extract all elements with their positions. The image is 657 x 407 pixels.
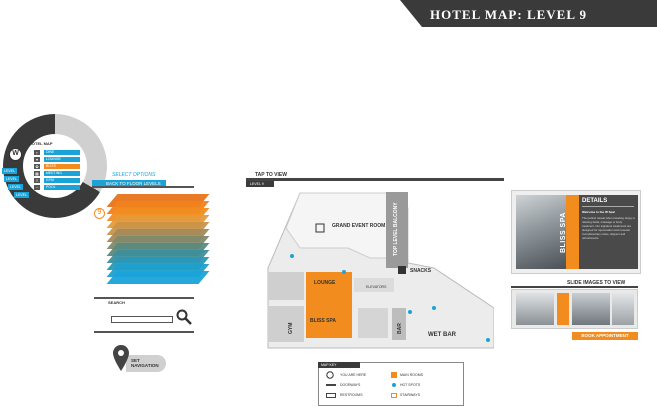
- wheel-tag[interactable]: LEVEL: [8, 184, 23, 190]
- glass-icon: ▾: [34, 157, 40, 162]
- hot-spots-icon: [392, 383, 396, 387]
- room-label-balcony: TOP LEVEL BALCONY: [393, 202, 399, 256]
- divider: [246, 178, 504, 181]
- wheel-item-pool[interactable]: POOL: [44, 185, 80, 190]
- bed-icon: ▪: [34, 150, 40, 155]
- carousel-active-marker: [557, 293, 569, 325]
- set-navigation-label: SET NAVIGATION: [131, 358, 159, 368]
- room-icon: ▦: [34, 171, 40, 176]
- wheel-tag[interactable]: LEVEL: [2, 168, 17, 174]
- restrooms-icon: [326, 393, 336, 398]
- pool-icon: ~: [34, 185, 40, 190]
- hot-spot-icon[interactable]: [432, 306, 436, 310]
- divider: [94, 331, 194, 333]
- select-options-label: SELECT OPTIONS: [112, 172, 156, 178]
- wheel-item-lounge[interactable]: LOUNGE: [44, 157, 80, 162]
- spa-icon: ✿: [34, 164, 40, 169]
- wheel-item-bliss[interactable]: BLISS: [44, 164, 80, 169]
- wheel-title: HOTEL MAP: [29, 141, 53, 146]
- gym-area[interactable]: [268, 306, 304, 342]
- you-are-here-icon: [326, 371, 334, 379]
- spa-photo[interactable]: [516, 195, 566, 269]
- wheel-item-dine[interactable]: DINE: [44, 150, 80, 155]
- details-body: The perfect retreat when traveling. Enjo…: [582, 216, 635, 240]
- room-label-bliss-spa: BLISS SPA: [310, 318, 336, 324]
- floor-plan-map[interactable]: GRAND EVENT ROOM TOP LEVEL BALCONY SNACK…: [258, 188, 494, 350]
- floor-number-badge: 9: [94, 208, 105, 219]
- room-label-lounge: LOUNGE: [314, 280, 336, 286]
- carousel-thumbnail[interactable]: [516, 293, 554, 325]
- hot-spot-icon[interactable]: [408, 310, 412, 314]
- key-label: YOU ARE HERE: [340, 373, 367, 377]
- key-label: HOT SPOTS: [400, 383, 421, 387]
- restroom-area[interactable]: [268, 272, 304, 300]
- gym-icon: ≡: [34, 178, 40, 183]
- hot-spot-icon[interactable]: [342, 270, 346, 274]
- page-title: HOTEL MAP: LEVEL 9: [430, 7, 588, 22]
- stairways-icon: [391, 393, 397, 398]
- book-appointment-button[interactable]: BOOK APPOINTMENT: [572, 332, 638, 340]
- wheel-tag[interactable]: LEVEL: [4, 176, 19, 182]
- wheel-item-meeting[interactable]: MEETING: [44, 171, 80, 176]
- w-logo-icon: W: [9, 148, 22, 161]
- room-label-elevators: ELEVATORS: [366, 285, 387, 289]
- wheel-item-gym[interactable]: GYM: [44, 178, 80, 183]
- room-label-snacks: SNACKS: [410, 268, 432, 274]
- room-label-wet-bar: WET BAR: [428, 332, 457, 338]
- hot-spot-icon[interactable]: [290, 254, 294, 258]
- level-tab: LEVEL 9: [246, 181, 274, 187]
- hot-spot-icon[interactable]: [486, 338, 490, 342]
- divider: [92, 186, 194, 188]
- room-label-bar: BAR: [397, 323, 403, 334]
- divider: [582, 206, 634, 207]
- details-title: DETAILS: [582, 198, 608, 204]
- key-label: MAIN ROOMS: [400, 373, 423, 377]
- room-label-grand-event: GRAND EVENT ROOM: [332, 223, 385, 229]
- search-icon[interactable]: [176, 309, 192, 325]
- map-key-title: MAP KEY: [318, 362, 360, 368]
- key-label: RESTROOMS: [340, 393, 363, 397]
- map-pin-icon[interactable]: [113, 345, 129, 371]
- key-label: DOORWAYS: [340, 383, 361, 387]
- bar-area[interactable]: [358, 308, 388, 338]
- details-subtitle: Welcome to the W Spa!: [582, 210, 616, 214]
- carousel-thumbnail[interactable]: [612, 293, 634, 325]
- spa-name: BLISS SPA: [560, 212, 567, 253]
- wheel-tag[interactable]: LEVEL: [14, 192, 29, 198]
- divider: [94, 297, 194, 299]
- floor-layer[interactable]: [106, 271, 210, 284]
- main-rooms-icon: [391, 372, 397, 378]
- snacks-icon: [398, 266, 406, 274]
- search-label: SEARCH: [108, 300, 125, 305]
- room-label-gym: GYM: [288, 323, 294, 334]
- search-input[interactable]: [111, 316, 173, 323]
- key-label: STAIRWAYS: [400, 393, 420, 397]
- spa-name-strip: [566, 195, 579, 269]
- carousel-thumbnail[interactable]: [572, 293, 610, 325]
- divider: [511, 286, 638, 288]
- doorways-icon: [326, 384, 336, 386]
